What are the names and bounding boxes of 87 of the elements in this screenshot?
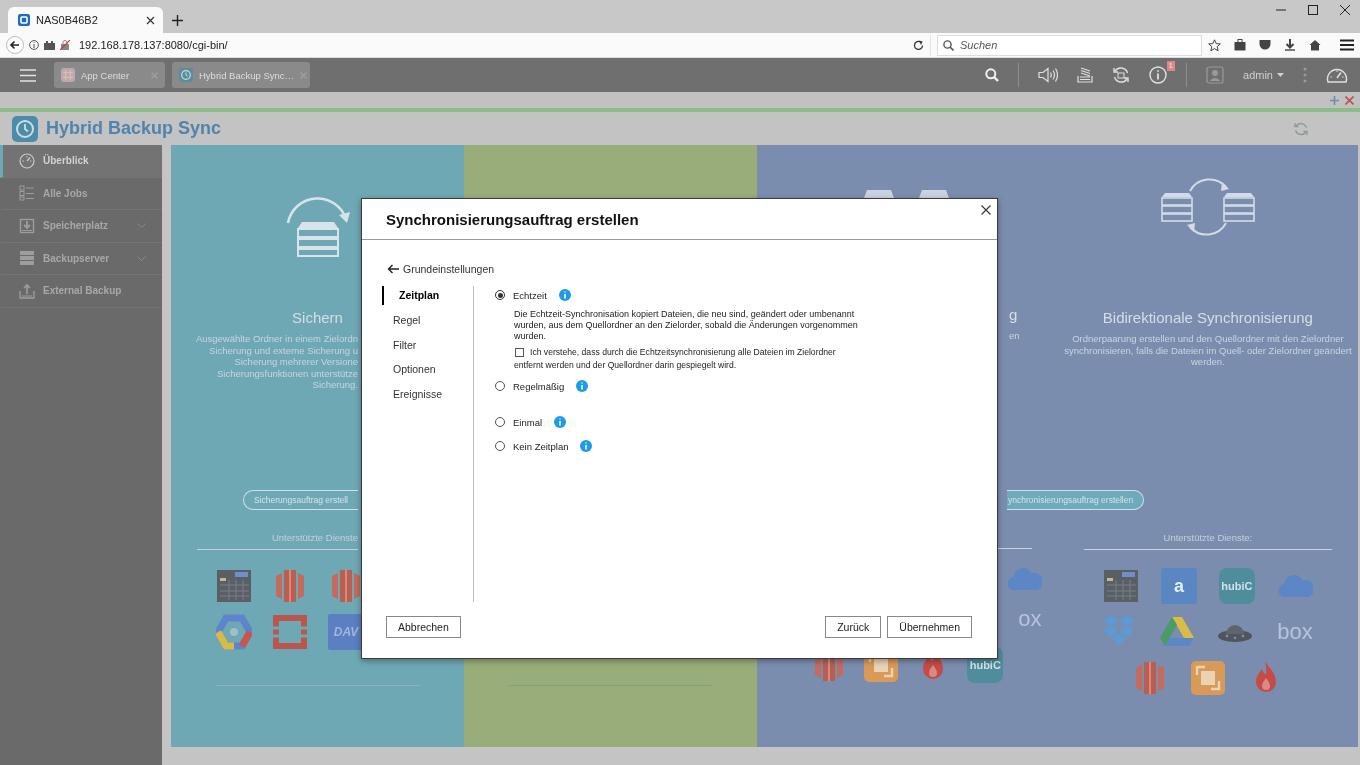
- radio-label[interactable]: Kein Zeitplan: [513, 440, 569, 452]
- checkbox-label[interactable]: Ich verstehe, dass durch die Echtzeitsynchronisierung alle Dateien im Zielordner entfernt werden und der Quellordner darin gespiegelt wird.: [514, 346, 859, 372]
- maximize-icon[interactable]: [1308, 5, 1318, 15]
- cloud-icon: [1276, 574, 1313, 598]
- dialog-title: Synchronisierungsauftrag erstellen: [386, 210, 639, 228]
- sidebar-item-icon: [19, 217, 35, 234]
- panel-description: Ausgewählte Ordner in einem Zielordn: [195, 333, 358, 345]
- sync-icon[interactable]: [1112, 66, 1131, 84]
- box-logo: box: [1276, 618, 1314, 646]
- services-label: Unterstützte Dienste: [270, 532, 359, 543]
- menu-icon[interactable]: [1340, 39, 1354, 51]
- browser-tab[interactable]: NAS0B46B2: [8, 7, 163, 33]
- option-description: Die Echtzeit-Synchronisation kopiert Dateien, die neu sind, geändert oder umbenannt wurden, aus dem Quellordner an den Zielorder, sobald die Änderungen vorgenommen wurden.: [514, 309, 859, 342]
- dav-logo: DAV: [328, 614, 364, 650]
- grid-icon: [61, 68, 75, 82]
- sidebar-item-icon: [19, 250, 35, 267]
- panel-description: Sicherung mehrerer Versione: [233, 356, 358, 368]
- panel-description: Ordnerpaarung erstellen und den Quellordner mit den Zielordner synchronisieren, falls die Dateien im Quell- oder Zielordner geändert werden.: [1063, 333, 1353, 368]
- panel-description: Sicherungsfunktionen unterstütze: [216, 367, 358, 379]
- step-tab[interactable]: Zeitplan: [382, 286, 473, 305]
- close-icon: [981, 205, 991, 215]
- insecure-lock-icon[interactable]: [60, 40, 70, 50]
- shield-icon[interactable]: [1259, 39, 1271, 51]
- cancel-button[interactable]: Abbrechen: [386, 616, 461, 638]
- gauge-icon[interactable]: [1326, 67, 1348, 83]
- panel-title: Bidirektionale Synchronisierung: [1102, 309, 1313, 327]
- nas-device-icon: [216, 568, 252, 604]
- info-icon[interactable]: [29, 40, 39, 50]
- close-icon[interactable]: [146, 15, 155, 25]
- download-icon[interactable]: [1284, 39, 1296, 51]
- info-icon[interactable]: [554, 416, 567, 429]
- caret-icon: [1277, 73, 1284, 77]
- close-button[interactable]: [981, 205, 991, 215]
- sidebar-item-icon: [19, 185, 35, 202]
- radio-label[interactable]: Einmal: [513, 416, 543, 428]
- dialog-button[interactable]: Zurück: [825, 616, 882, 638]
- step-tab[interactable]: Optionen: [382, 360, 473, 379]
- search-icon[interactable]: [985, 68, 1000, 82]
- step-tab[interactable]: Regel: [382, 310, 473, 330]
- checkbox[interactable]: [515, 348, 524, 357]
- search-field[interactable]: Suchen: [937, 34, 1202, 56]
- box-logo: ox: [1018, 605, 1042, 633]
- stack-icon[interactable]: [1077, 67, 1094, 83]
- step-tab[interactable]: Ereignisse: [382, 384, 473, 404]
- panel-description: en: [1009, 330, 1020, 342]
- radio-label[interactable]: Echtzeit: [513, 289, 547, 301]
- services-label: Unterstützte Dienste:: [1162, 532, 1254, 543]
- address-text[interactable]: 192.168.178.137:8080/cgi-bin/: [79, 39, 908, 51]
- star-icon[interactable]: [1208, 38, 1221, 52]
- favicon-icon: [18, 14, 30, 26]
- sidebar-item-icon: [19, 282, 35, 299]
- sync-servers-icon: [1159, 175, 1256, 239]
- info-icon[interactable]: [576, 380, 589, 393]
- app-title: Hybrid Backup Sync: [46, 118, 222, 139]
- chevron-icon: [137, 255, 146, 261]
- back-icon[interactable]: [6, 36, 24, 54]
- info-icon[interactable]: [558, 289, 571, 301]
- panel-description: Sicherung und externe Sicherung u: [208, 344, 358, 356]
- step-tab[interactable]: Filter: [382, 335, 473, 355]
- info-icon[interactable]: [580, 440, 593, 453]
- radio-label[interactable]: Regelmäßig: [513, 380, 565, 392]
- square-frame-icon: [272, 614, 308, 650]
- back-arrow-icon: [387, 264, 399, 274]
- clock-icon: [179, 68, 193, 82]
- new-tab-icon[interactable]: [172, 15, 183, 26]
- notification-badge: 1: [1166, 61, 1176, 71]
- home-icon[interactable]: [1309, 39, 1321, 51]
- sidebar-item-icon: [19, 152, 35, 169]
- plugin-icon[interactable]: [44, 40, 55, 50]
- app-logo-icon: [12, 115, 38, 142]
- nas-device-icon: [1102, 568, 1139, 604]
- speaker-icon[interactable]: [1038, 67, 1059, 83]
- copy-icon: [1189, 660, 1226, 696]
- close-icon[interactable]: [1340, 5, 1350, 15]
- cloud-icon: [1005, 567, 1042, 591]
- panel-title: g: [1009, 306, 1018, 324]
- panel-description: Sicherung.: [311, 379, 358, 391]
- chevron-icon: [137, 223, 146, 229]
- reload-icon[interactable]: [913, 39, 924, 51]
- search-icon: [943, 39, 954, 51]
- briefcase-icon[interactable]: [1234, 39, 1246, 51]
- back-link[interactable]: Grundeinstellungen: [387, 263, 495, 275]
- panel-title: Sichern: [292, 309, 343, 327]
- cloud-logo: a: [1160, 568, 1197, 604]
- hexagon-icon: [216, 614, 252, 650]
- hubic-logo: hubiC: [1218, 568, 1255, 604]
- dialog-button[interactable]: Übernehmen: [887, 616, 972, 638]
